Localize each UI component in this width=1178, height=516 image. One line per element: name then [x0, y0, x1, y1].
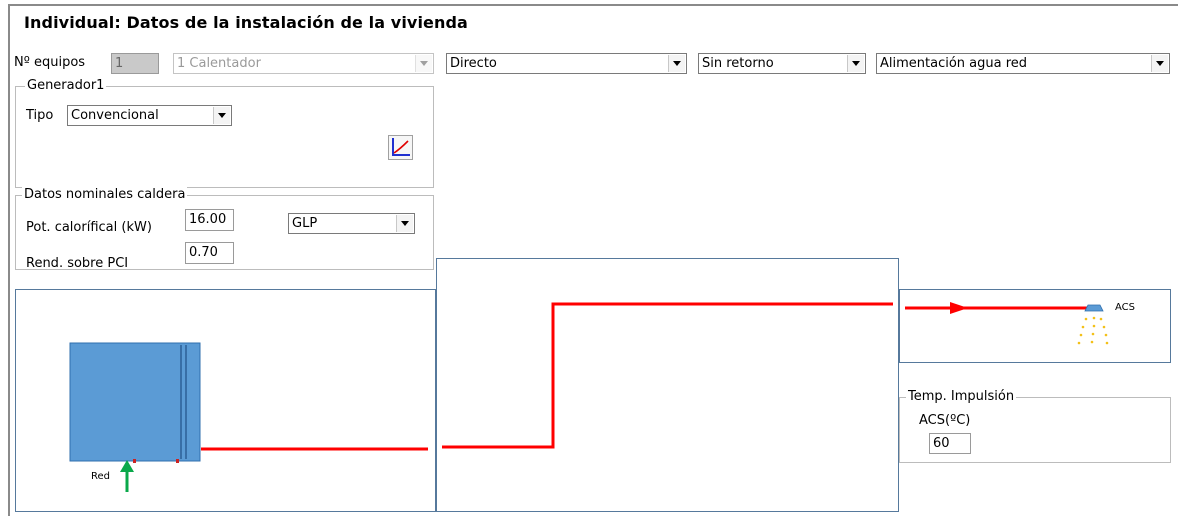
shower-icon [1077, 304, 1109, 345]
red-label: Red [91, 471, 110, 482]
acs-label: ACS [1115, 302, 1135, 313]
water-inlet-arrow [120, 460, 134, 492]
temp-group-title: Temp. Impulsión [906, 389, 1017, 404]
acs-temp-field[interactable]: 60 [929, 433, 971, 454]
acs-temp-label: ACS(ºC) [919, 413, 971, 428]
boiler-tank [69, 342, 201, 463]
